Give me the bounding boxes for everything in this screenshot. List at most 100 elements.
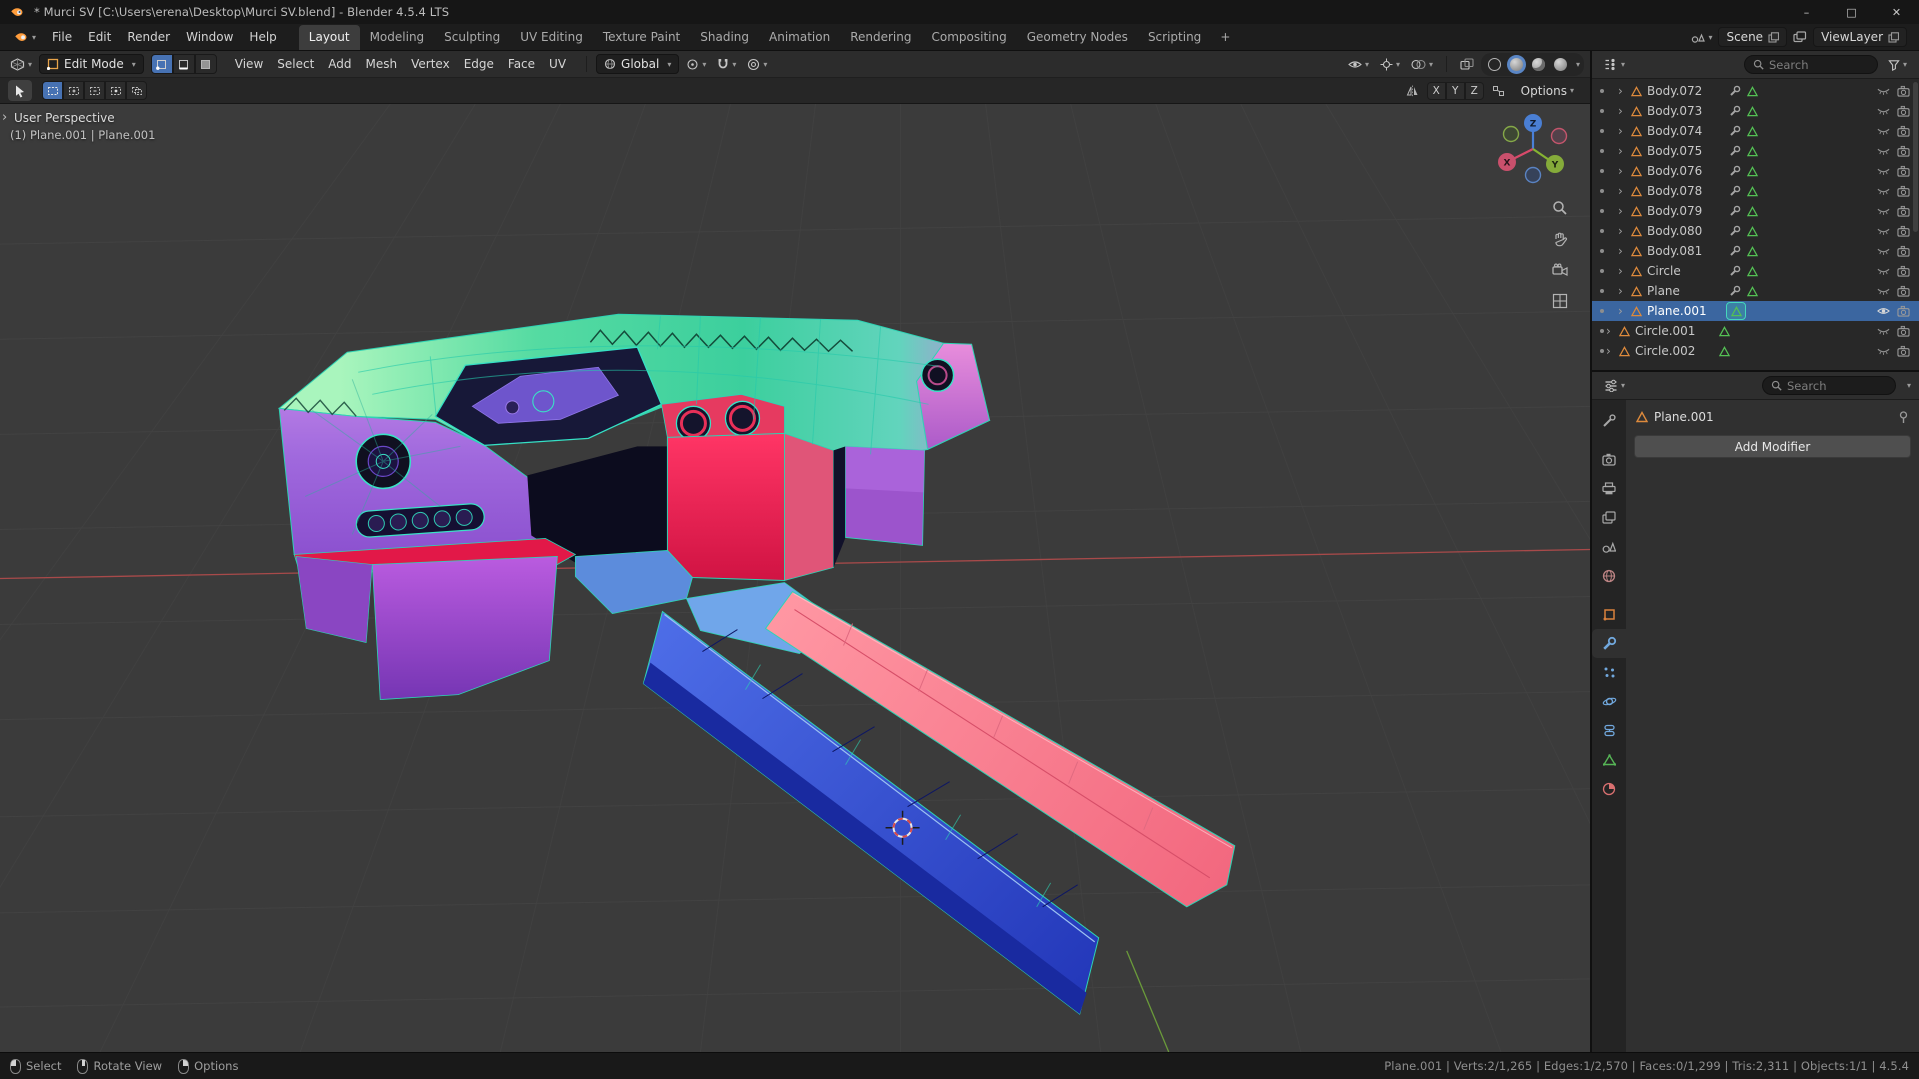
render-visibility-camera-icon[interactable] [1893, 105, 1913, 117]
camera-view-button[interactable] [1550, 260, 1570, 280]
workspace-tab[interactable]: UV Editing [510, 25, 593, 50]
expand-caret-icon[interactable]: › [1618, 224, 1628, 238]
expand-caret-icon[interactable]: › [1618, 124, 1628, 138]
outliner-scrollbar[interactable] [1913, 82, 1918, 232]
shading-rendered-button[interactable] [1551, 55, 1570, 74]
tab-render[interactable] [1592, 445, 1626, 474]
tab-constraints[interactable] [1592, 716, 1626, 745]
tab-world[interactable] [1592, 561, 1626, 590]
viewport-menu-item[interactable]: Select [270, 54, 321, 74]
viewport-menu-item[interactable]: View [228, 54, 270, 74]
edge-select-mode-button[interactable] [172, 54, 195, 74]
vertex-select-mode-button[interactable] [150, 54, 173, 74]
render-visibility-camera-icon[interactable] [1893, 245, 1913, 257]
visibility-toggle[interactable] [1873, 167, 1893, 176]
expand-caret-icon[interactable]: › [1618, 264, 1628, 278]
select-invert-mode-button[interactable] [105, 81, 126, 100]
pan-hand-button[interactable] [1550, 229, 1570, 249]
expand-caret-icon[interactable]: › [1606, 344, 1616, 358]
expand-caret-icon[interactable]: › [1618, 244, 1628, 258]
shading-dropdown[interactable]: ▾ [1576, 60, 1580, 69]
snap-magnet-toggle[interactable]: ▾ [713, 56, 740, 73]
mode-select-dropdown[interactable]: Edit Mode ▾ [39, 54, 144, 74]
expand-caret-icon[interactable]: › [1618, 184, 1628, 198]
render-visibility-camera-icon[interactable] [1893, 325, 1913, 337]
face-select-mode-button[interactable] [194, 54, 217, 74]
workspace-tab[interactable]: Compositing [921, 25, 1016, 50]
expand-caret-icon[interactable]: › [1618, 284, 1628, 298]
expand-caret-icon[interactable]: › [1618, 144, 1628, 158]
tool-options-dropdown[interactable]: Options ▾ [1513, 82, 1582, 100]
tab-output[interactable] [1592, 474, 1626, 503]
viewlayer-selector[interactable]: ViewLayer [1813, 27, 1907, 47]
workspace-tab[interactable]: Scripting [1138, 25, 1211, 50]
workspace-tab[interactable]: Rendering [840, 25, 921, 50]
editor-type-3d-viewport-icon[interactable]: ▾ [6, 56, 36, 73]
outliner-row[interactable]: › Circle.002 [1592, 341, 1919, 361]
select-set-mode-button[interactable] [42, 81, 63, 100]
dashboard-mesh[interactable] [277, 313, 1236, 1015]
render-visibility-camera-icon[interactable] [1893, 205, 1913, 217]
visibility-toggle[interactable] [1873, 347, 1893, 356]
filter-icon[interactable]: ▾ [1884, 57, 1911, 73]
scene-browse-icon[interactable]: ▾ [1691, 31, 1712, 43]
visibility-toggle[interactable] [1873, 327, 1893, 336]
viewport-menu-item[interactable]: Edge [457, 54, 501, 74]
viewport-menu-item[interactable]: Vertex [404, 54, 457, 74]
visibility-toggle[interactable] [1873, 306, 1893, 316]
menu-item[interactable]: Help [241, 27, 284, 47]
render-visibility-camera-icon[interactable] [1893, 165, 1913, 177]
workspace-tab[interactable]: Texture Paint [593, 25, 690, 50]
snap-individual-icon[interactable] [1488, 83, 1509, 99]
outliner-row[interactable]: › Body.076 [1592, 161, 1919, 181]
tab-view-layer[interactable] [1592, 503, 1626, 532]
visibility-toggle[interactable] [1873, 127, 1893, 136]
viewport-menu-item[interactable]: Add [321, 54, 358, 74]
xray-toggle[interactable] [1456, 56, 1478, 72]
toggle-ortho-grid-button[interactable] [1550, 291, 1570, 311]
render-visibility-camera-icon[interactable] [1893, 85, 1913, 97]
pin-icon[interactable] [1898, 410, 1909, 424]
workspace-tab[interactable]: Shading [690, 25, 759, 50]
mirror-y-toggle[interactable]: Y [1445, 81, 1465, 100]
expand-caret-icon[interactable]: › [1606, 324, 1616, 338]
tab-modifiers[interactable] [1592, 629, 1626, 658]
render-visibility-camera-icon[interactable] [1893, 265, 1913, 277]
visibility-toggle[interactable] [1873, 227, 1893, 236]
outliner-row[interactable]: › Body.079 [1592, 201, 1919, 221]
viewport-canvas[interactable]: › User Perspective (1) Plane.001 | Plane… [0, 104, 1590, 1052]
outliner-row[interactable]: › Plane.001 [1592, 301, 1919, 321]
navigation-gizmo[interactable]: X Y Z [1492, 108, 1574, 190]
outliner-row[interactable]: › Circle.001 [1592, 321, 1919, 341]
render-visibility-camera-icon[interactable] [1893, 225, 1913, 237]
outliner-search[interactable] [1743, 55, 1878, 74]
workspace-tab[interactable]: Modeling [360, 25, 435, 50]
menu-item[interactable]: Window [178, 27, 241, 47]
transform-pivot-dropdown[interactable]: ▾ [682, 56, 710, 73]
transform-orientation-dropdown[interactable]: Global ▾ [596, 54, 680, 74]
show-hide-dropdown[interactable]: ▾ [1344, 57, 1373, 72]
shading-solid-button[interactable] [1506, 54, 1526, 74]
scene-selector[interactable]: Scene [1718, 27, 1788, 47]
outliner-row[interactable]: › Plane [1592, 281, 1919, 301]
outliner-row[interactable]: › Body.072 [1592, 81, 1919, 101]
toolbar-expand-caret[interactable]: › [2, 110, 7, 125]
visibility-toggle[interactable] [1873, 207, 1893, 216]
properties-search[interactable] [1761, 376, 1896, 395]
outliner-search-input[interactable] [1768, 57, 1869, 72]
overlays-dropdown[interactable]: ▾ [1407, 57, 1437, 72]
render-visibility-camera-icon[interactable] [1893, 305, 1913, 317]
expand-caret-icon[interactable]: › [1618, 104, 1628, 118]
render-visibility-camera-icon[interactable] [1893, 185, 1913, 197]
tab-scene[interactable] [1592, 532, 1626, 561]
workspace-tab[interactable]: Animation [759, 25, 840, 50]
outliner-row[interactable]: › Body.081 [1592, 241, 1919, 261]
expand-caret-icon[interactable]: › [1618, 164, 1628, 178]
add-modifier-button[interactable]: Add Modifier [1634, 435, 1911, 458]
select-extend-mode-button[interactable] [63, 81, 84, 100]
visibility-toggle[interactable] [1873, 287, 1893, 296]
outliner-row[interactable]: › Body.074 [1592, 121, 1919, 141]
render-visibility-camera-icon[interactable] [1893, 145, 1913, 157]
active-tool-select-box-icon[interactable] [8, 80, 32, 101]
outliner-row[interactable]: › Body.073 [1592, 101, 1919, 121]
